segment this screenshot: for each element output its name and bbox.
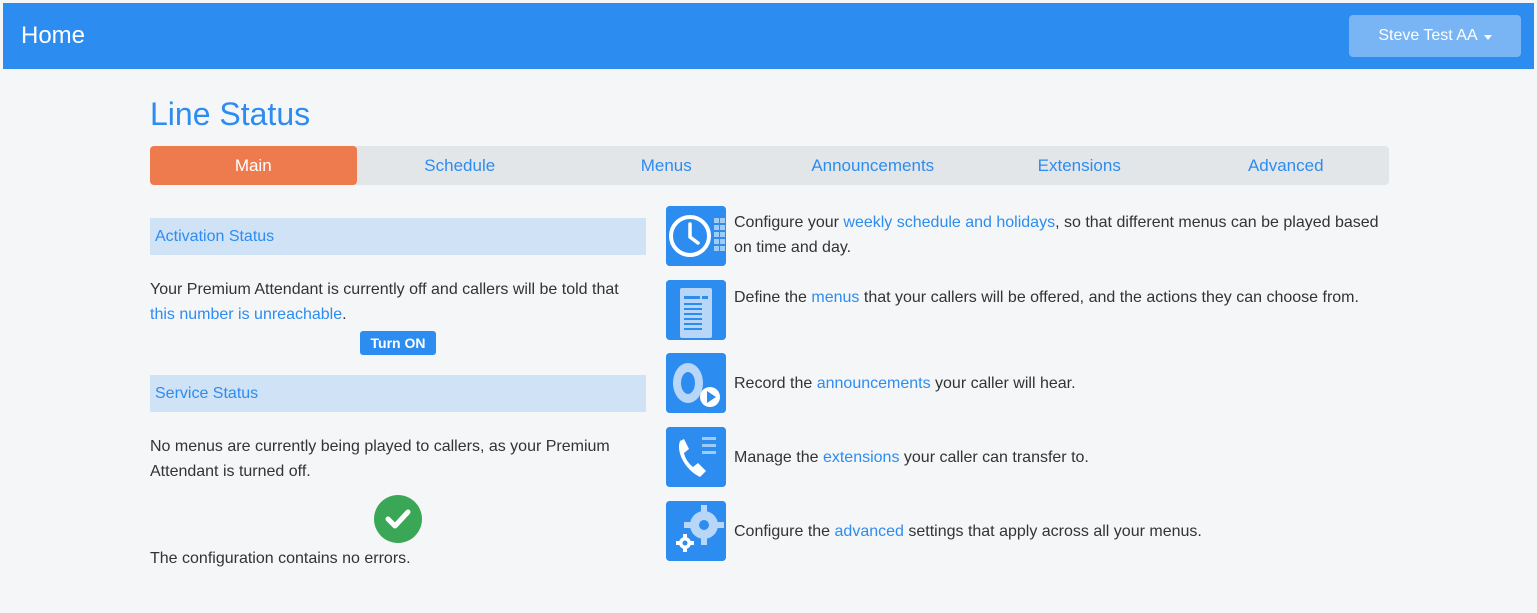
configuration-status-text: The configuration contains no errors.	[150, 550, 411, 567]
feature-menus-after: that your callers will be offered, and t…	[859, 289, 1359, 306]
page-title: Line Status	[150, 96, 311, 132]
tab-main[interactable]: Main	[150, 146, 357, 185]
menu-list-icon[interactable]	[666, 280, 726, 340]
announcements-link[interactable]: announcements	[817, 375, 931, 392]
service-status-text: No menus are currently being played to c…	[150, 438, 610, 480]
tab-extensions[interactable]: Extensions	[976, 146, 1183, 185]
service-status-heading-label: Service Status	[155, 384, 259, 402]
activation-status-heading: Activation Status	[150, 218, 646, 255]
tab-schedule[interactable]: Schedule	[357, 146, 564, 185]
phone-list-icon[interactable]	[666, 427, 726, 487]
tab-menus[interactable]: Menus	[563, 146, 770, 185]
activation-text-after: .	[342, 306, 347, 323]
feature-advanced-after: settings that apply across all your menu…	[903, 523, 1202, 540]
check-circle-icon	[374, 495, 422, 543]
top-navbar: Home Steve Test AA	[3, 3, 1534, 69]
feature-menus-text: Define the menus that your callers will …	[734, 285, 1384, 310]
menus-link[interactable]: menus	[811, 289, 859, 306]
feature-announcements-text: Record the announcements your caller wil…	[734, 371, 1384, 396]
feature-announcements-before: Record the	[734, 375, 817, 392]
service-status-heading: Service Status	[150, 375, 646, 412]
gears-icon[interactable]	[666, 501, 726, 561]
tab-advanced[interactable]: Advanced	[1183, 146, 1390, 185]
feature-schedule-before: Configure your	[734, 214, 844, 231]
activation-status-text: Your Premium Attendant is currently off …	[150, 277, 640, 327]
feature-extensions-text: Manage the extensions your caller can tr…	[734, 445, 1384, 470]
advanced-link[interactable]: advanced	[835, 523, 904, 540]
user-menu-label: Steve Test AA	[1378, 27, 1478, 44]
clock-calendar-icon[interactable]	[666, 206, 726, 266]
caret-down-icon	[1483, 34, 1492, 40]
feature-advanced-text: Configure the advanced settings that app…	[734, 519, 1384, 544]
activation-text-before: Your Premium Attendant is currently off …	[150, 281, 619, 298]
extensions-link[interactable]: extensions	[823, 449, 900, 466]
unreachable-link[interactable]: this number is unreachable	[150, 306, 342, 323]
tab-announcements[interactable]: Announcements	[770, 146, 977, 185]
feature-advanced-before: Configure the	[734, 523, 835, 540]
feature-announcements-after: your caller will hear.	[930, 375, 1076, 392]
turn-on-button[interactable]: Turn ON	[360, 331, 436, 355]
activation-status-heading-label: Activation Status	[155, 227, 275, 245]
user-menu-button[interactable]: Steve Test AA	[1349, 15, 1521, 57]
feature-extensions-after: your caller can transfer to.	[899, 449, 1089, 466]
feature-menus-before: Define the	[734, 289, 812, 306]
feature-extensions-before: Manage the	[734, 449, 823, 466]
schedule-link[interactable]: weekly schedule and holidays	[843, 214, 1055, 231]
feature-schedule-text: Configure your weekly schedule and holid…	[734, 210, 1384, 260]
checkmark-glyph	[385, 509, 411, 529]
tab-bar: Main Schedule Menus Announcements Extens…	[150, 146, 1389, 185]
home-title[interactable]: Home	[21, 21, 85, 51]
speaker-play-icon[interactable]	[666, 353, 726, 413]
